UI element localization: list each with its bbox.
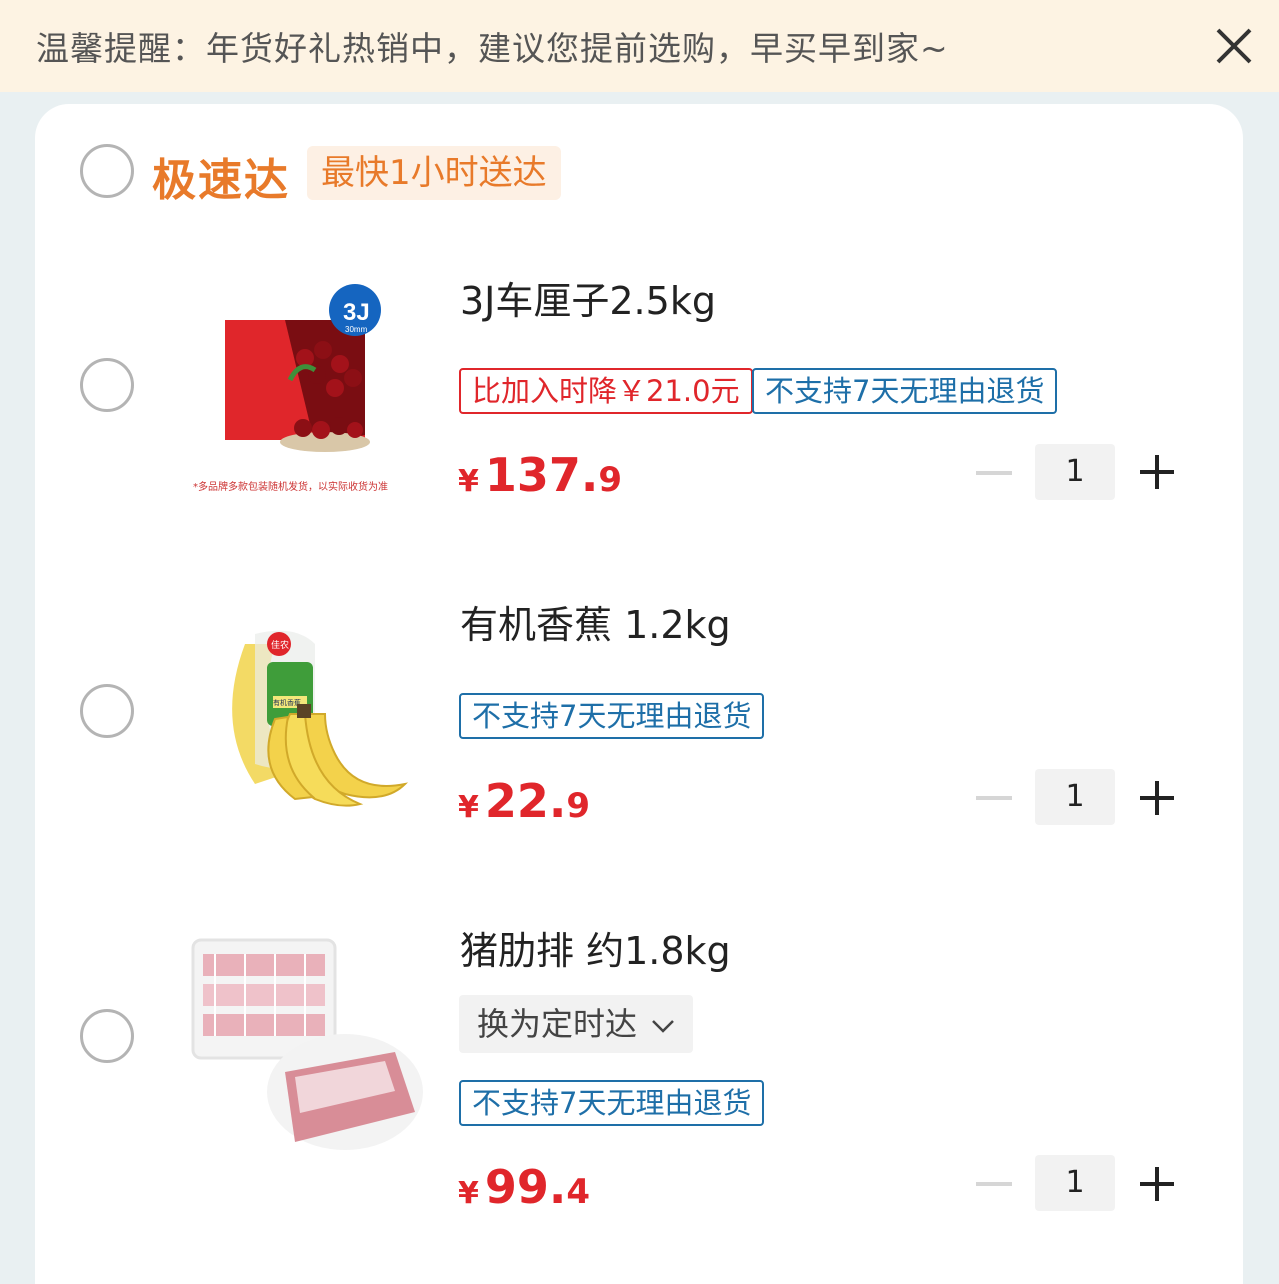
price-integer: 137. <box>484 448 599 502</box>
price-decimal: 4 <box>566 1172 591 1212</box>
currency-symbol: ¥ <box>458 1176 479 1211</box>
decrease-button[interactable] <box>976 471 1012 475</box>
price-drop-tag: 比加入时降￥21.0元 <box>459 368 753 414</box>
decrease-button[interactable] <box>976 1182 1012 1186</box>
currency-symbol: ¥ <box>458 464 479 499</box>
group-title: 极速达 <box>152 155 290 206</box>
cherry-badge-sub: 30mm <box>345 325 368 334</box>
switch-delivery-dropdown[interactable]: 换为定时达 <box>459 995 694 1053</box>
notice-bar: 温馨提醒：年货好礼热销中，建议您提前选购，早买早到家~ <box>0 0 1279 92</box>
banana-label-sub: 有机香蕉 <box>273 698 301 707</box>
cherry-badge-text: 3J <box>343 299 370 326</box>
price-decimal: 9 <box>598 460 623 500</box>
return-policy-tag: 不支持7天无理由退货 <box>752 368 1058 414</box>
banana-product-image[interactable]: 佳农 有机香蕉 <box>185 604 425 844</box>
decrease-button[interactable] <box>976 796 1012 800</box>
product-name[interactable]: 有机香蕉 1.2kg <box>460 594 731 649</box>
increase-button[interactable] <box>1140 781 1174 815</box>
product-price: ¥99.4 <box>458 1164 590 1210</box>
photo-note: *多品牌多款包装随机发货，以实际收货为准 <box>193 482 388 493</box>
price-integer: 22. <box>484 774 567 828</box>
product-name[interactable]: 3J车厘子2.5kg <box>460 270 716 325</box>
return-policy-tag: 不支持7天无理由退货 <box>459 693 765 739</box>
return-policy-tag: 不支持7天无理由退货 <box>459 1080 765 1126</box>
item-select-radio[interactable] <box>80 358 134 412</box>
group-select-radio[interactable] <box>80 144 134 198</box>
item-select-radio[interactable] <box>80 1009 134 1063</box>
item-select-radio[interactable] <box>80 684 134 738</box>
cart-group-card: 极速达 最快1小时送达 3J 30mm *多品牌多款包装随机发货，以实际收货为准… <box>35 104 1243 1284</box>
price-decimal: 9 <box>566 786 591 826</box>
pork-ribs-product-image[interactable] <box>185 932 425 1172</box>
product-price: ¥22.9 <box>458 778 590 824</box>
quantity-input[interactable]: 1 <box>1035 444 1115 500</box>
product-name[interactable]: 猪肋排 约1.8kg <box>460 920 731 975</box>
chevron-down-icon <box>652 1020 674 1033</box>
currency-symbol: ¥ <box>458 790 479 825</box>
banana-brand-label: 佳农 <box>271 639 289 650</box>
product-price: ¥137.9 <box>458 452 622 498</box>
switch-delivery-label: 换为定时达 <box>477 1005 638 1043</box>
close-icon[interactable] <box>1208 20 1260 72</box>
quantity-input[interactable]: 1 <box>1035 769 1115 825</box>
increase-button[interactable] <box>1140 1167 1174 1201</box>
price-integer: 99. <box>484 1160 567 1214</box>
notice-text: 温馨提醒：年货好礼热销中，建议您提前选购，早买早到家~ <box>36 29 949 68</box>
group-delivery-tag: 最快1小时送达 <box>307 146 561 200</box>
quantity-input[interactable]: 1 <box>1035 1155 1115 1211</box>
increase-button[interactable] <box>1140 455 1174 489</box>
